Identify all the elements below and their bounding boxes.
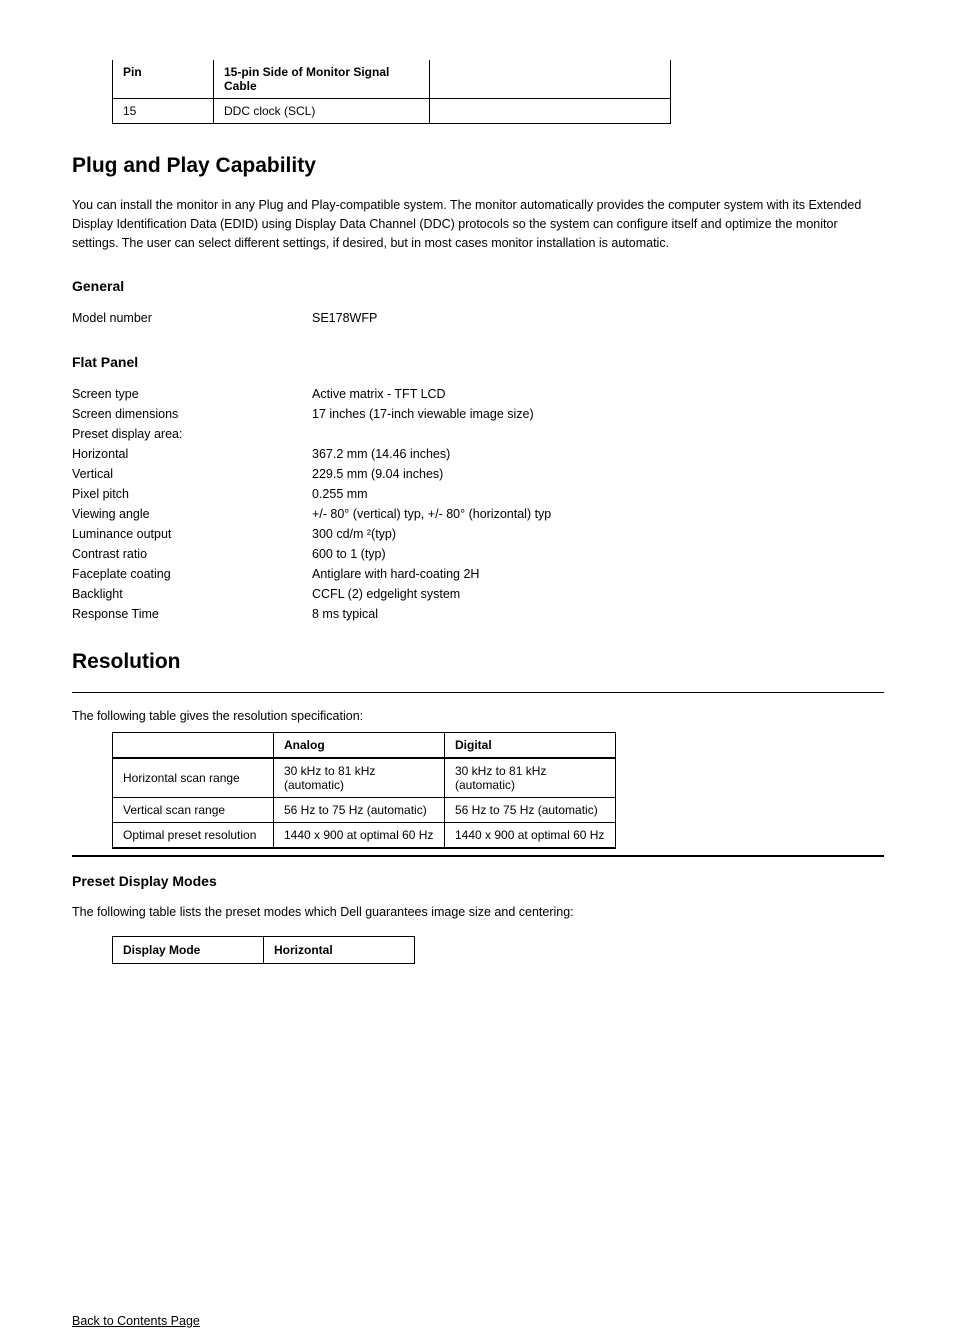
res-row-value: 30 kHz to 81 kHz (automatic) [274, 758, 445, 798]
table1-row-label: DDC clock (SCL) [214, 99, 430, 124]
res-row-value: 56 Hz to 75 Hz (automatic) [445, 798, 616, 823]
spec-line: Screen typeActive matrix - TFT LCD [72, 384, 884, 404]
spec-line: Response Time8 ms typical [72, 604, 884, 624]
section-preset-modes: Preset Display Modes The following table… [72, 873, 884, 964]
divider-thick [72, 855, 884, 857]
spec-value: Antiglare with hard-coating 2H [312, 564, 479, 584]
spec-label: Contrast ratio [72, 544, 312, 564]
res-row-value: 56 Hz to 75 Hz (automatic) [274, 798, 445, 823]
spec-label: Screen type [72, 384, 312, 404]
section-resolution: Resolution The following table gives the… [72, 650, 884, 857]
spec-value: Active matrix - TFT LCD [312, 384, 446, 404]
spec-value: +/- 80° (vertical) typ, +/- 80° (horizon… [312, 504, 551, 524]
spec-line: Faceplate coatingAntiglare with hard-coa… [72, 564, 884, 584]
spec-line: Vertical229.5 mm (9.04 inches) [72, 464, 884, 484]
res-col-digital: Digital [445, 733, 616, 759]
spec-label: Vertical [72, 464, 312, 484]
spec-label: Pixel pitch [72, 484, 312, 504]
spec-label: Faceplate coating [72, 564, 312, 584]
spec-label: Horizontal [72, 444, 312, 464]
res-row-label: Optimal preset resolution [113, 823, 274, 849]
table1-row-blank [430, 99, 671, 124]
section-general: General Model numberSE178WFP [72, 278, 884, 328]
spec-line: Preset display area: [72, 424, 884, 444]
spec-value: SE178WFP [312, 308, 377, 328]
back-to-contents-link[interactable]: Back to Contents Page [72, 1314, 200, 1328]
signal-cable-table-fragment: Pin 15-pin Side of Monitor Signal Cable … [112, 60, 671, 124]
res-row-value: 1440 x 900 at optimal 60 Hz [445, 823, 616, 849]
spec-value: 367.2 mm (14.46 inches) [312, 444, 450, 464]
spec-label: Viewing angle [72, 504, 312, 524]
heading-plug-and-play: Plug and Play Capability [72, 154, 884, 178]
preset-caption: The following table lists the preset mod… [72, 903, 884, 922]
spec-label: Response Time [72, 604, 312, 624]
spec-value: 0.255 mm [312, 484, 368, 504]
preset-modes-table: Display Mode Horizontal [112, 936, 415, 964]
paragraph-plug-and-play: You can install the monitor in any Plug … [72, 196, 884, 252]
spec-value: 17 inches (17-inch viewable image size) [312, 404, 534, 424]
preset-col-horizontal: Horizontal [264, 936, 415, 963]
spec-line: Horizontal367.2 mm (14.46 inches) [72, 444, 884, 464]
spec-line: Contrast ratio600 to 1 (typ) [72, 544, 884, 564]
spec-value: 600 to 1 (typ) [312, 544, 386, 564]
table1-header-label: 15-pin Side of Monitor Signal Cable [214, 60, 430, 99]
section-plug-and-play: Plug and Play Capability You can install… [72, 154, 884, 252]
spec-line: Pixel pitch0.255 mm [72, 484, 884, 504]
heading-general: General [72, 278, 884, 294]
spec-line: Luminance output300 cd/m ²(typ) [72, 524, 884, 544]
table1-header-blank [430, 60, 671, 99]
spec-value: 300 cd/m ²(typ) [312, 524, 396, 544]
res-row-value: 30 kHz to 81 kHz (automatic) [445, 758, 616, 798]
heading-preset-modes: Preset Display Modes [72, 873, 884, 889]
spec-label: Backlight [72, 584, 312, 604]
resolution-caption: The following table gives the resolution… [72, 707, 884, 726]
spec-line: Screen dimensions17 inches (17-inch view… [72, 404, 884, 424]
table1-row-pin: 15 [113, 99, 214, 124]
spec-value: 229.5 mm (9.04 inches) [312, 464, 443, 484]
res-row-label: Horizontal scan range [113, 758, 274, 798]
res-row-label: Vertical scan range [113, 798, 274, 823]
spec-label: Screen dimensions [72, 404, 312, 424]
divider [72, 692, 884, 693]
heading-resolution: Resolution [72, 650, 884, 674]
heading-flat-panel: Flat Panel [72, 354, 884, 370]
spec-label: Preset display area: [72, 424, 312, 444]
spec-label: Luminance output [72, 524, 312, 544]
section-flat-panel: Flat Panel Screen typeActive matrix - TF… [72, 354, 884, 624]
spec-value: 8 ms typical [312, 604, 378, 624]
table1-header-pin: Pin [113, 60, 214, 99]
preset-col-mode: Display Mode [113, 936, 264, 963]
spec-value: CCFL (2) edgelight system [312, 584, 460, 604]
spec-line: Model numberSE178WFP [72, 308, 884, 328]
res-col-blank [113, 733, 274, 759]
resolution-table: Analog Digital Horizontal scan range30 k… [112, 732, 616, 849]
spec-line: BacklightCCFL (2) edgelight system [72, 584, 884, 604]
res-row-value: 1440 x 900 at optimal 60 Hz [274, 823, 445, 849]
res-col-analog: Analog [274, 733, 445, 759]
spec-line: Viewing angle+/- 80° (vertical) typ, +/-… [72, 504, 884, 524]
spec-label: Model number [72, 308, 312, 328]
